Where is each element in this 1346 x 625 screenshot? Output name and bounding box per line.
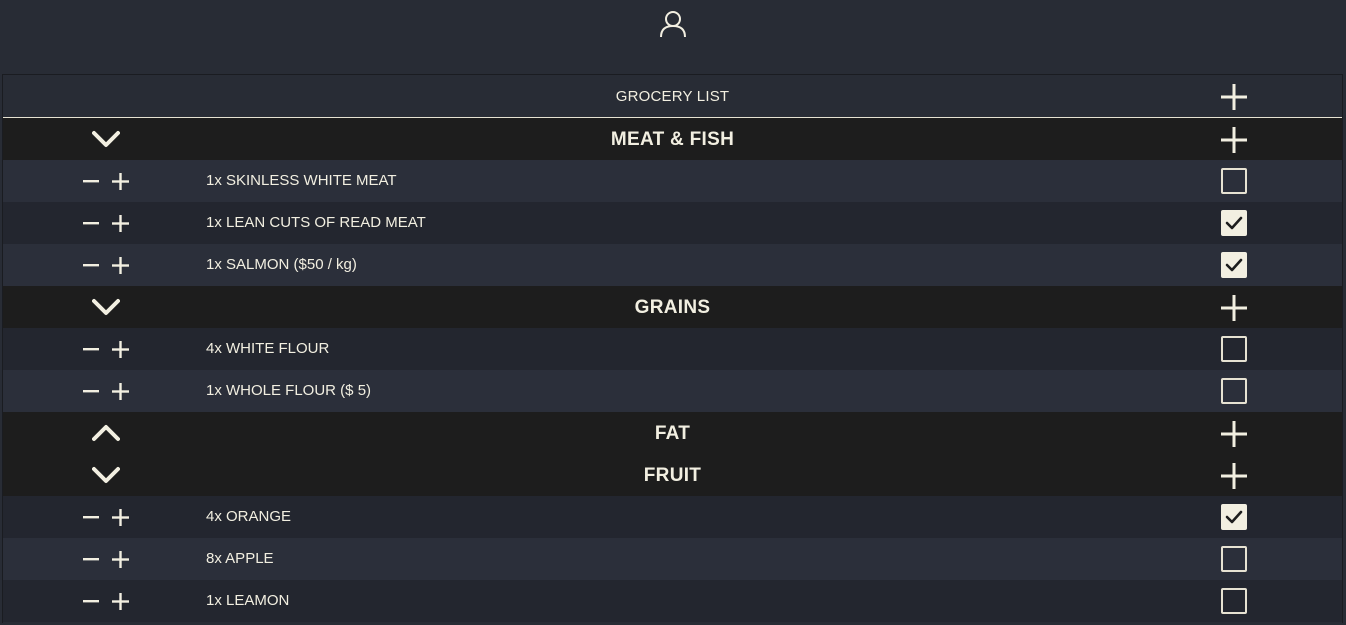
decrease-quantity-button[interactable]: [82, 593, 100, 609]
decrease-quantity-button[interactable]: [82, 509, 100, 525]
item-label: 1x LEAN CUTS OF READ MEAT: [206, 214, 426, 231]
increase-quantity-button[interactable]: [111, 382, 130, 401]
list-title: GROCERY LIST: [615, 88, 730, 105]
item-label: 1x WHOLE FLOUR ($ 5): [206, 382, 372, 399]
increase-quantity-button[interactable]: [111, 550, 130, 569]
item-label: 1x LEAMON: [206, 592, 290, 609]
item-checkbox[interactable]: [1221, 210, 1247, 236]
add-item-button[interactable]: [1220, 420, 1248, 448]
item-checkbox[interactable]: [1221, 546, 1247, 572]
category-title: FRUIT: [643, 465, 702, 486]
decrease-quantity-button[interactable]: [82, 215, 100, 231]
add-item-button[interactable]: [1220, 294, 1248, 322]
list-item: 4x WHITE FLOUR: [3, 328, 1342, 370]
decrease-quantity-button[interactable]: [82, 341, 100, 357]
item-checkbox[interactable]: [1221, 588, 1247, 614]
category-row: GRAINS: [3, 286, 1342, 328]
category-row: FAT: [3, 412, 1342, 454]
top-bar: [0, 0, 1346, 74]
increase-quantity-button[interactable]: [111, 508, 130, 527]
decrease-quantity-button[interactable]: [82, 257, 100, 273]
increase-quantity-button[interactable]: [111, 256, 130, 275]
category-title: GRAINS: [634, 297, 711, 318]
list-item: 4x ORANGE: [3, 496, 1342, 538]
add-item-button[interactable]: [1220, 126, 1248, 154]
list-item: 1x SKINLESS WHITE MEAT: [3, 160, 1342, 202]
list-item: 8x APPLE: [3, 538, 1342, 580]
decrease-quantity-button[interactable]: [82, 551, 100, 567]
increase-quantity-button[interactable]: [111, 214, 130, 233]
item-label: 1x SALMON ($50 / kg): [206, 256, 357, 273]
item-label: 8x APPLE: [206, 550, 274, 567]
decrease-quantity-button[interactable]: [82, 383, 100, 399]
item-checkbox[interactable]: [1221, 336, 1247, 362]
grocery-list: GROCERY LIST MEAT & FISH 1x SKINLESS WHIT…: [2, 74, 1343, 623]
category-title: FAT: [654, 423, 691, 444]
item-label: 1x SKINLESS WHITE MEAT: [206, 172, 397, 189]
user-icon[interactable]: [658, 10, 688, 38]
item-checkbox[interactable]: [1221, 252, 1247, 278]
item-checkbox[interactable]: [1221, 504, 1247, 530]
increase-quantity-button[interactable]: [111, 592, 130, 611]
list-item: 1x WHOLE FLOUR ($ 5): [3, 370, 1342, 412]
category-row: FRUIT: [3, 454, 1342, 496]
list-item: 1x LEAN CUTS OF READ MEAT: [3, 202, 1342, 244]
add-item-button[interactable]: [1220, 462, 1248, 490]
list-item: 1x LEAMON: [3, 580, 1342, 622]
item-checkbox[interactable]: [1221, 168, 1247, 194]
decrease-quantity-button[interactable]: [82, 173, 100, 189]
item-label: 4x ORANGE: [206, 508, 292, 525]
item-checkbox[interactable]: [1221, 378, 1247, 404]
category-row: MEAT & FISH: [3, 118, 1342, 160]
increase-quantity-button[interactable]: [111, 172, 130, 191]
list-item: 1x SALMON ($50 / kg): [3, 244, 1342, 286]
category-title: MEAT & FISH: [610, 129, 735, 150]
item-label: 4x WHITE FLOUR: [206, 340, 330, 357]
list-header: GROCERY LIST: [3, 75, 1342, 118]
add-category-button[interactable]: [1220, 83, 1248, 111]
list-body: MEAT & FISH 1x SKINLESS WHITE MEAT 1x LEAN…: [3, 118, 1342, 622]
increase-quantity-button[interactable]: [111, 340, 130, 359]
